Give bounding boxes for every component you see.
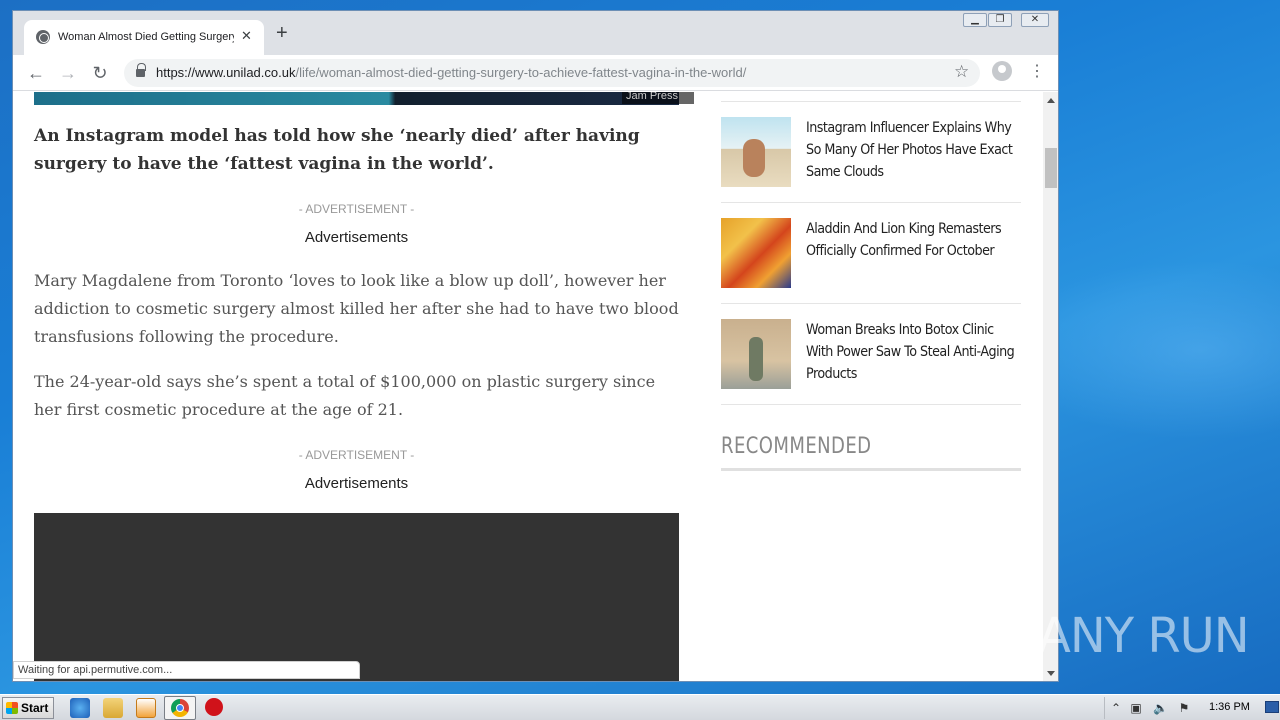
tab-close-icon[interactable]: ✕	[241, 28, 252, 44]
ad-placeholder[interactable]: Advertisements	[34, 475, 679, 492]
system-tray: ⌃ ▣ 🔈 ⚑ 1:36 PM	[1104, 697, 1280, 719]
video-player[interactable]	[34, 513, 679, 681]
lock-icon	[136, 63, 146, 78]
start-button[interactable]: Start	[2, 697, 54, 719]
article-lead: An Instagram model has told how she ‘nea…	[34, 126, 640, 174]
scroll-up-arrow-icon[interactable]	[1047, 98, 1055, 103]
recommended-heading: RECOMMENDED	[721, 434, 872, 459]
divider	[721, 404, 1021, 405]
url-path: /life/woman-almost-died-getting-surgery-…	[295, 65, 747, 80]
divider	[721, 202, 1021, 203]
chrome-icon-center	[176, 704, 184, 712]
show-desktop-icon[interactable]	[1265, 701, 1279, 713]
tab-title: Woman Almost Died Getting Surgery	[58, 31, 234, 43]
story-thumbnail[interactable]	[721, 117, 791, 187]
divider	[721, 101, 1021, 102]
article-paragraph: Mary Magdalene from Toronto ‘loves to lo…	[34, 271, 679, 346]
sidebar-story[interactable]: Instagram Influencer Explains Why So Man…	[721, 117, 1021, 187]
title-bar: Woman Almost Died Getting Surgery ✕ + ▁ …	[13, 11, 1058, 55]
media-player-icon[interactable]	[136, 698, 156, 718]
reload-icon[interactable]: ↻	[88, 61, 112, 85]
taskbar: Start ⌃ ▣ 🔈 ⚑ 1:36 PM	[0, 694, 1280, 720]
scrollbar-thumb[interactable]	[1045, 148, 1057, 188]
chrome-taskbar-button[interactable]	[164, 696, 196, 720]
sidebar-story[interactable]: Woman Breaks Into Botox Clinic With Powe…	[721, 319, 1021, 389]
image-credit: Jam Press	[622, 92, 694, 104]
ad-placeholder[interactable]: Advertisements	[34, 229, 679, 246]
browser-tab[interactable]: Woman Almost Died Getting Surgery ✕	[24, 20, 264, 55]
profile-avatar-icon[interactable]	[992, 61, 1012, 81]
ad-label: - ADVERTISEMENT -	[298, 202, 415, 216]
browser-window: Woman Almost Died Getting Surgery ✕ + ▁ …	[12, 10, 1059, 682]
action-center-flag-icon[interactable]: ⚑	[1177, 701, 1191, 715]
close-window-button[interactable]: ✕	[1021, 13, 1049, 27]
opera-icon[interactable]	[205, 698, 223, 716]
url-host: https://www.unilad.co.uk	[156, 65, 296, 80]
globe-icon	[36, 30, 50, 44]
person-figure	[749, 337, 763, 381]
url-text[interactable]: https://www.unilad.co.uk/life/woman-almo…	[156, 65, 746, 80]
anyrun-watermark: ANY RUN	[1038, 608, 1250, 664]
start-label: Start	[21, 701, 49, 715]
page-viewport: Jam Press An Instagram model has told ho…	[13, 92, 1043, 681]
minimize-button[interactable]: ▁	[963, 13, 987, 27]
status-bar: Waiting for api.permutive.com...	[13, 661, 360, 679]
show-hidden-icons-icon[interactable]: ⌃	[1109, 701, 1123, 715]
bookmark-star-icon[interactable]: ☆	[954, 62, 969, 82]
story-title[interactable]: Aladdin And Lion King Remasters Official…	[806, 218, 1022, 262]
volume-icon[interactable]: 🔈	[1153, 701, 1168, 715]
article-paragraph: The 24-year-old says she’s spent a total…	[34, 372, 656, 419]
file-explorer-icon[interactable]	[103, 698, 123, 718]
restore-button[interactable]: ❐	[988, 13, 1012, 27]
new-tab-button[interactable]: +	[276, 23, 288, 43]
scroll-down-arrow-icon[interactable]	[1047, 671, 1055, 676]
network-icon[interactable]: ▣	[1129, 701, 1143, 715]
back-arrow-icon[interactable]: ←	[24, 61, 48, 85]
divider	[721, 303, 1021, 304]
clock[interactable]: 1:36 PM	[1209, 701, 1250, 713]
ad-label: - ADVERTISEMENT -	[298, 448, 415, 462]
forward-arrow-icon[interactable]: →	[56, 61, 80, 85]
vertical-scrollbar[interactable]	[1043, 92, 1058, 681]
story-title[interactable]: Instagram Influencer Explains Why So Man…	[806, 117, 1022, 183]
hero-image: Jam Press	[34, 92, 694, 105]
address-bar[interactable]: https://www.unilad.co.uk/life/woman-almo…	[124, 59, 980, 87]
story-thumbnail[interactable]	[721, 218, 791, 288]
story-title[interactable]: Woman Breaks Into Botox Clinic With Powe…	[806, 319, 1022, 385]
person-figure	[743, 139, 765, 177]
browser-toolbar: ← → ↻ https://www.unilad.co.uk/life/woma…	[13, 55, 1058, 91]
story-thumbnail[interactable]	[721, 319, 791, 389]
kebab-menu-icon[interactable]: ⋮	[1029, 61, 1045, 83]
sidebar-story[interactable]: Aladdin And Lion King Remasters Official…	[721, 218, 1021, 288]
heading-underline	[721, 468, 1021, 471]
internet-explorer-icon[interactable]	[70, 698, 90, 718]
desktop-background	[1060, 0, 1280, 694]
windows-logo-icon	[6, 702, 18, 714]
